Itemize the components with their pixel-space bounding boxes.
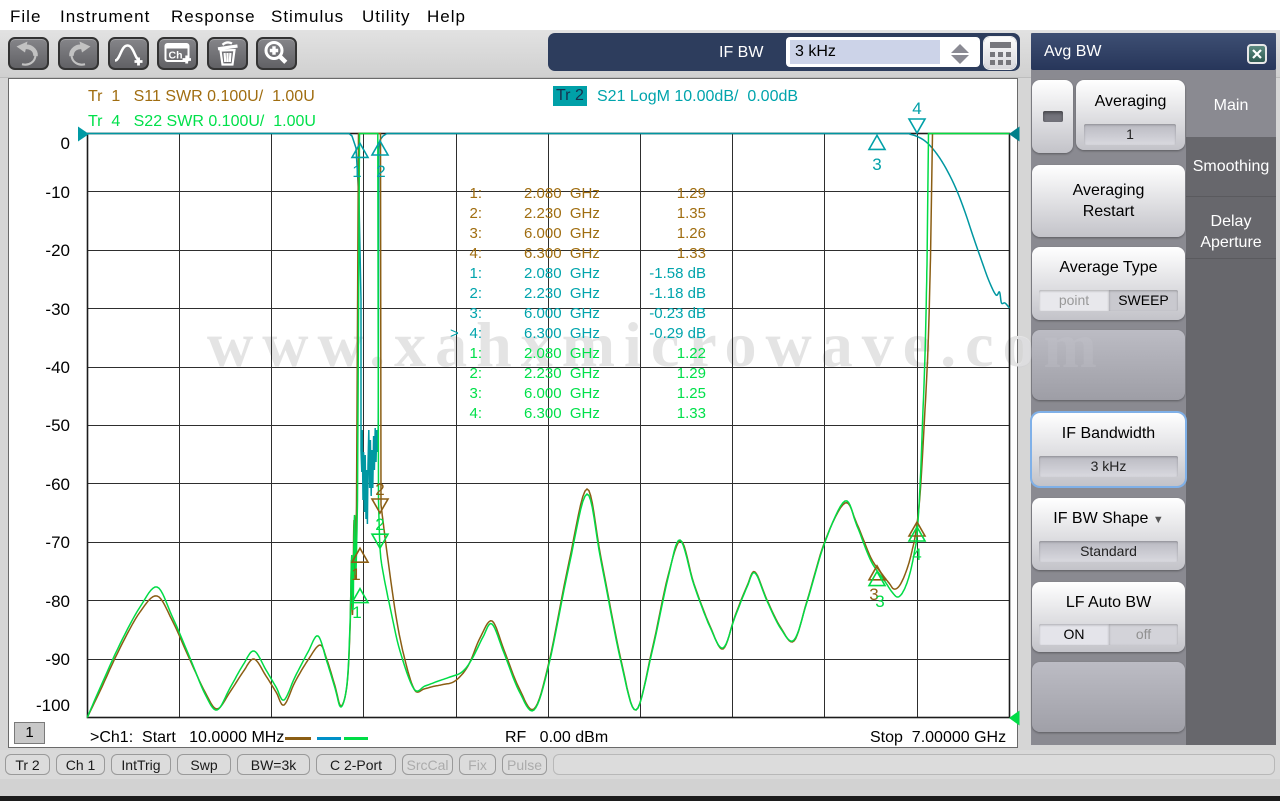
svg-text:3: 3: [872, 155, 881, 174]
svg-text:1: 1: [351, 565, 360, 584]
svg-text:3: 3: [875, 592, 884, 611]
svg-text:2: 2: [375, 515, 384, 534]
svg-text:1: 1: [352, 162, 361, 181]
svg-text:2: 2: [376, 162, 385, 181]
svg-text:1: 1: [352, 603, 361, 622]
svg-text:4: 4: [912, 99, 921, 118]
svg-text:4: 4: [912, 545, 921, 564]
svg-text:2: 2: [375, 480, 384, 499]
